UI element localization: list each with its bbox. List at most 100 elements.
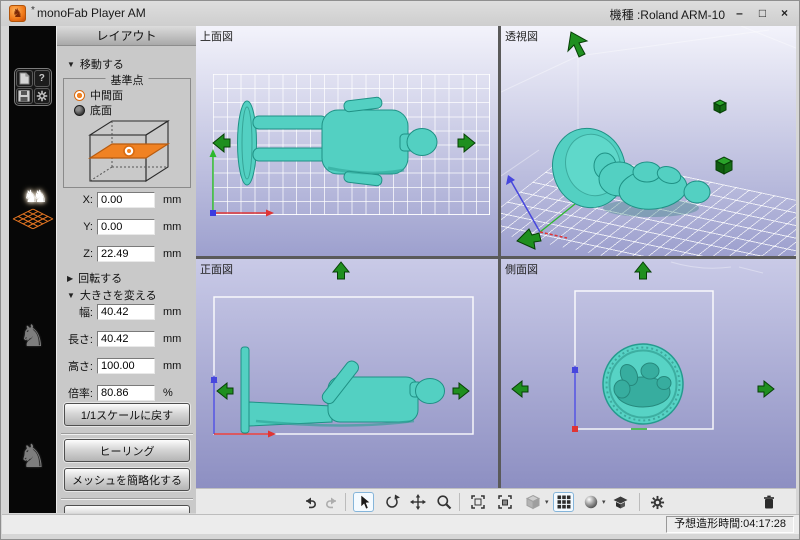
radio-middle-plane[interactable]: 中間面 [74, 87, 123, 103]
width-input[interactable] [97, 304, 155, 320]
delete-button[interactable] [758, 492, 779, 512]
fit-selection-button[interactable] [494, 492, 515, 512]
simplify-mesh-button[interactable]: メッシュを簡略化する [64, 468, 190, 491]
maximize-button[interactable]: □ [754, 5, 771, 22]
layout-board-icon [11, 207, 55, 237]
field-height-label: 高さ: [57, 358, 93, 374]
height-input[interactable] [97, 358, 155, 374]
undo-button[interactable] [299, 492, 320, 512]
field-z: Z: mm [57, 245, 196, 262]
field-z-label: Z: [57, 248, 93, 260]
fit-all-button[interactable] [467, 492, 488, 512]
viewport-side[interactable]: 側面図 [501, 259, 796, 488]
radio-selected-icon [74, 90, 85, 101]
print-box-icon [612, 494, 629, 510]
y-input[interactable] [97, 219, 155, 235]
field-x-unit: mm [163, 194, 181, 206]
app-window: ♞ * monoFab Player AM 機種 :Roland ARM-10 … [0, 0, 800, 540]
field-scale-label: 倍率: [57, 385, 93, 401]
move-arrows[interactable] [517, 32, 732, 249]
help-icon: ? [39, 73, 45, 84]
toolbar-separator [639, 493, 640, 511]
render-style-button[interactable] [580, 492, 601, 512]
viewport-top[interactable]: 上面図 [196, 26, 498, 256]
collapse-triangle-icon: ▶ [67, 274, 73, 283]
section-size-label: 大きさを変える [80, 287, 157, 303]
save-button[interactable] [16, 88, 33, 105]
model-front-view[interactable] [241, 347, 445, 433]
field-height: 高さ: mm [57, 357, 196, 374]
radio-middle-plane-label: 中間面 [90, 87, 123, 103]
settings-button[interactable] [34, 88, 51, 105]
shaded-view-button[interactable] [522, 492, 543, 512]
radio-bottom-plane-label: 底面 [90, 102, 112, 118]
help-button[interactable]: ? [34, 70, 51, 87]
print-preview-button[interactable] [610, 492, 631, 512]
viewport-front-label: 正面図 [200, 261, 233, 277]
section-rotate[interactable]: ▶ 回転する [67, 270, 122, 286]
titlebar: ♞ * monoFab Player AM 機種 :Roland ARM-10 … [1, 1, 799, 26]
field-y: Y: mm [57, 218, 196, 235]
reference-point-group: 基準点 中間面 底面 [63, 78, 191, 188]
field-x-label: X: [57, 194, 93, 206]
pan-tool-button[interactable] [407, 492, 428, 512]
length-input[interactable] [97, 331, 155, 347]
machine-label: 機種 :Roland ARM-10 [610, 6, 725, 23]
estimated-build-time: 予想造形時間:04:17:28 [666, 516, 794, 533]
viewport-perspective[interactable]: 透視図 [501, 26, 796, 256]
model-side-view[interactable] [603, 344, 683, 424]
sphere-icon [583, 494, 599, 510]
gear-icon [36, 90, 48, 102]
radio-bottom-plane[interactable]: 底面 [74, 102, 112, 118]
panel-title: レイアウト [57, 26, 196, 46]
viewport-splitter-horizontal[interactable] [196, 256, 796, 259]
field-width-label: 幅: [57, 304, 93, 320]
undo-icon [302, 494, 318, 510]
settings-tool-button[interactable] [647, 492, 668, 512]
z-input[interactable] [97, 246, 155, 262]
field-height-unit: mm [163, 360, 181, 372]
gear-icon [650, 495, 665, 510]
zoom-tool-button[interactable] [433, 492, 454, 512]
sidebar-mode-support[interactable]: ♞ [9, 322, 56, 352]
healing-button[interactable]: ヒーリング [64, 439, 190, 462]
new-file-button[interactable] [16, 70, 33, 87]
shaded-view-dropdown[interactable]: ▾ [545, 498, 549, 506]
section-move[interactable]: ▼ 移動する [67, 56, 124, 72]
model-top-view[interactable] [238, 97, 438, 187]
sidebar-mode-preview[interactable]: ♞ [9, 440, 56, 472]
close-button[interactable]: × [776, 5, 793, 22]
shaded-cube-icon [525, 494, 541, 510]
toolbar-separator [345, 493, 346, 511]
wireframe-view-button[interactable] [553, 492, 574, 512]
reference-point-label: 基準点 [106, 72, 149, 88]
collapse-triangle-icon: ▼ [67, 60, 75, 69]
modified-marker: * [31, 5, 35, 16]
utility-button-grid: ? [14, 68, 52, 106]
scale-input[interactable] [97, 385, 155, 401]
x-input[interactable] [97, 192, 155, 208]
orbit-icon [384, 494, 400, 510]
sidebar-mode-layout[interactable]: ♞♞ [9, 189, 56, 239]
layout-knights-icon: ♞♞ [9, 187, 56, 207]
field-scale: 倍率: % [57, 384, 196, 401]
field-z-unit: mm [163, 248, 181, 260]
render-style-dropdown[interactable]: ▾ [602, 498, 606, 506]
minimize-button[interactable]: – [731, 5, 748, 22]
radio-unselected-icon [74, 105, 85, 116]
viewport-front[interactable]: 正面図 [196, 259, 498, 488]
fit-selection-icon [497, 494, 513, 510]
toolbar-separator [459, 493, 460, 511]
wireframe-fragment [671, 262, 763, 273]
field-width: 幅: mm [57, 303, 196, 320]
model-perspective-view[interactable] [542, 119, 710, 217]
reset-scale-button[interactable]: 1/1スケールに戻す [64, 403, 190, 426]
select-tool-button[interactable] [353, 492, 374, 512]
section-size[interactable]: ▼ 大きさを変える [67, 287, 157, 303]
orbit-tool-button[interactable] [381, 492, 402, 512]
save-icon [18, 90, 30, 102]
toolbar: ▾ ▾ [196, 488, 796, 514]
clipped-button [64, 505, 190, 513]
section-move-label: 移動する [80, 56, 124, 72]
redo-button[interactable] [321, 492, 342, 512]
